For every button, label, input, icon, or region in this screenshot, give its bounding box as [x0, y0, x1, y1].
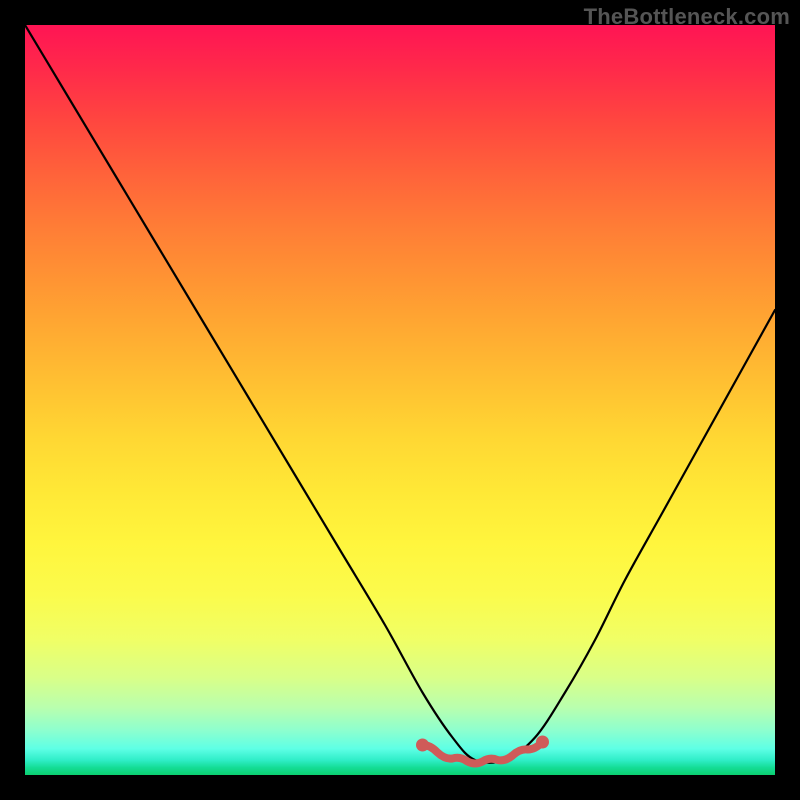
plot-area	[25, 25, 775, 775]
marker-dot-left	[416, 739, 429, 752]
v-curve-line	[25, 25, 775, 763]
bottom-markers	[416, 736, 549, 764]
curve-layer	[25, 25, 775, 775]
watermark-text: TheBottleneck.com	[584, 4, 790, 30]
marker-dot-right	[536, 736, 549, 749]
bottom-squiggle	[423, 742, 543, 764]
chart-stage: TheBottleneck.com	[0, 0, 800, 800]
